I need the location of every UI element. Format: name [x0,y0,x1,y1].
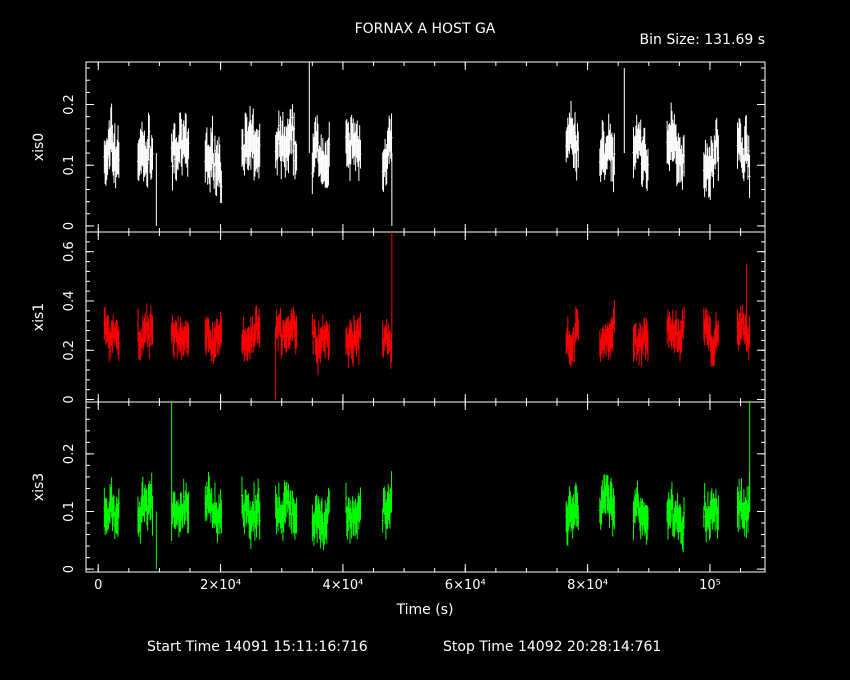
panel-xis0: 0 0.1 0.2 xis0 [31,61,766,233]
x-tick-label: 10⁵ [699,578,721,593]
y-tick-label: 0.6 [62,241,77,262]
light-curve-chart: FORNAX A HOST GA Bin Size: 131.69 s 0 0.1… [31,21,766,655]
y-tick-label: 0 [62,395,77,403]
panel-frame [85,231,766,403]
series-xis3 [103,402,751,570]
chart-title: FORNAX A HOST GA [355,21,496,37]
y-tick-label: 0.2 [62,444,77,465]
series-xis1 [103,232,751,400]
y-axis-label-xis3: xis3 [31,473,47,501]
y-tick-label: 0.1 [62,155,77,176]
y-tick-label: 0.4 [62,291,77,312]
series-xis0 [103,62,751,226]
x-tick-label: 8×10⁴ [567,578,608,593]
start-time-label: Start Time 14091 15:11:16:716 [147,639,368,655]
panel-frame [85,401,766,573]
x-tick-label: 4×10⁴ [322,578,363,593]
stop-time-label: Stop Time 14092 20:28:14:761 [443,639,661,655]
y-tick-label: 0 [62,222,77,230]
y-axis-label-xis1: xis1 [31,303,47,331]
y-tick-label: 0.2 [62,340,77,361]
x-tick-label: 2×10⁴ [200,578,241,593]
y-tick-label: 0.1 [62,501,77,522]
panel-xis3: 0 0.1 0.2 xis3 0 2×10⁴ 4×10⁴ 6×10⁴ 8×10⁴ 10⁵ [31,401,766,593]
y-tick-label: 0.2 [62,94,77,115]
y-tick-label: 0 [62,565,77,573]
bin-size-label: Bin Size: 131.69 s [640,32,765,48]
x-axis-label: Time (s) [396,602,454,618]
panel-xis1: 0 0.2 0.4 0.6 xis1 [31,231,766,404]
x-tick-label: 6×10⁴ [445,578,486,593]
x-tick-label: 0 [94,578,102,593]
y-axis-label-xis0: xis0 [31,133,47,161]
